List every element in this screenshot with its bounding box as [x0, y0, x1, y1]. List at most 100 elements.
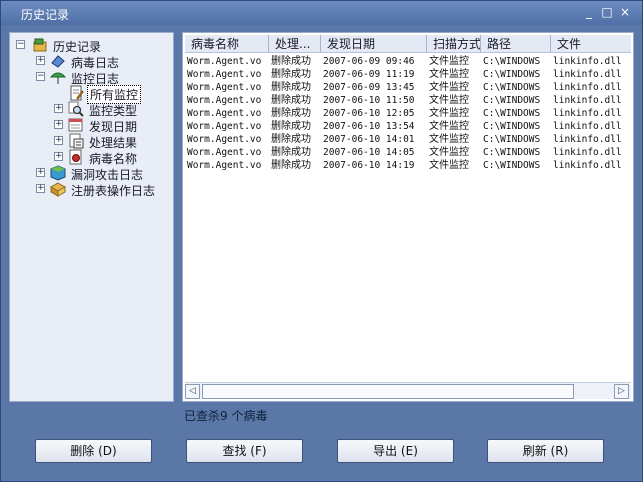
refresh-button[interactable]: 刷新 (R) [487, 439, 604, 463]
close-button[interactable]: × [618, 5, 632, 19]
table-row[interactable]: Worm.Agent.vo 删除成功 2007-06-09 13:45 文件监控 C:\… [185, 81, 631, 94]
table-row[interactable]: Worm.Agent.vo 删除成功 2007-06-10 11:50 文件监控 C:\… [185, 94, 631, 107]
cell-action: 删除成功 [271, 95, 311, 106]
cell-action: 删除成功 [271, 147, 311, 158]
col-header-name[interactable]: 病毒名称 [185, 35, 269, 53]
maximize-button[interactable]: □ [600, 5, 614, 19]
col-header-method[interactable]: 扫描方式 [427, 35, 481, 53]
cell-name: Worm.Agent.vo [187, 69, 262, 80]
cell-path: C:\WINDOWS [483, 95, 541, 106]
col-header-action[interactable]: 处理... [269, 35, 321, 53]
tree-label-monitor-type: 监控类型 [89, 104, 138, 118]
cell-path: C:\WINDOWS [483, 56, 541, 67]
collapse-toggle[interactable]: − [36, 72, 45, 81]
cell-file: linkinfo.dll [553, 160, 622, 171]
virus-log-icon [50, 53, 66, 69]
expand-toggle[interactable]: + [54, 120, 63, 129]
cell-date: 2007-06-10 11:50 [323, 95, 415, 106]
cell-name: Worm.Agent.vo [187, 95, 262, 106]
tree-label-vuln-log: 漏洞攻击日志 [71, 168, 144, 182]
cell-path: C:\WINDOWS [483, 147, 541, 158]
cell-action: 删除成功 [271, 160, 311, 171]
registry-icon [49, 181, 67, 197]
cell-file: linkinfo.dll [553, 134, 622, 145]
expand-toggle[interactable]: + [36, 168, 45, 177]
status-text: 已查杀9 个病毒 [184, 409, 268, 423]
scroll-left-button[interactable]: ◁ [185, 384, 200, 399]
table-row[interactable]: Worm.Agent.vo 删除成功 2007-06-10 13:54 文件监控 C:\… [185, 120, 631, 133]
log-list[interactable]: 病毒名称 处理... 发现日期 扫描方式 路径 文件 Worm.Agent.vo… [182, 32, 634, 402]
cell-date: 2007-06-10 14:05 [323, 147, 415, 158]
cell-action: 删除成功 [271, 69, 311, 80]
expand-toggle[interactable]: + [54, 152, 63, 161]
cell-date: 2007-06-10 12:05 [323, 108, 415, 119]
tree-label-virus-name: 病毒名称 [89, 152, 138, 166]
expand-toggle[interactable]: + [54, 104, 63, 113]
document-edit-icon [68, 85, 84, 101]
cell-file: linkinfo.dll [553, 56, 622, 67]
cell-action: 删除成功 [271, 82, 311, 93]
col-header-file[interactable]: 文件 [551, 35, 631, 53]
cell-file: linkinfo.dll [553, 147, 622, 158]
cell-method: 文件监控 [429, 134, 469, 145]
export-button[interactable]: 导出 (E) [337, 439, 454, 463]
cell-action: 删除成功 [271, 108, 311, 119]
cell-path: C:\WINDOWS [483, 121, 541, 132]
tree-label-result: 处理结果 [89, 136, 138, 150]
cell-name: Worm.Agent.vo [187, 82, 262, 93]
process-result-icon [68, 133, 84, 149]
find-button[interactable]: 查找 (F) [186, 439, 303, 463]
cell-method: 文件监控 [429, 147, 469, 158]
title-bar[interactable]: 历史记录 _ □ × [1, 1, 642, 25]
cell-path: C:\WINDOWS [483, 69, 541, 80]
cell-name: Worm.Agent.vo [187, 160, 262, 171]
shield-cube-icon [50, 165, 66, 181]
scroll-thumb[interactable] [202, 384, 574, 399]
cell-method: 文件监控 [429, 82, 469, 93]
history-folder-icon [32, 37, 48, 53]
cell-path: C:\WINDOWS [483, 82, 541, 93]
cell-action: 删除成功 [271, 56, 311, 67]
table-row[interactable]: Worm.Agent.vo 删除成功 2007-06-10 14:01 文件监控 C:\… [185, 133, 631, 146]
category-tree[interactable]: − 历史记录 + 病毒日志 − 监控日志 所有监控 + 监控类型 + 发现日期 … [9, 32, 174, 402]
cell-method: 文件监控 [429, 69, 469, 80]
cell-name: Worm.Agent.vo [187, 134, 262, 145]
table-row[interactable]: Worm.Agent.vo 删除成功 2007-06-09 09:46 文件监控 C:\… [185, 55, 631, 68]
cell-name: Worm.Agent.vo [187, 147, 262, 158]
col-header-date[interactable]: 发现日期 [321, 35, 427, 53]
expand-toggle[interactable]: + [36, 56, 45, 65]
cell-file: linkinfo.dll [553, 108, 622, 119]
table-row[interactable]: Worm.Agent.vo 删除成功 2007-06-09 11:19 文件监控 C:\… [185, 68, 631, 81]
table-row[interactable]: Worm.Agent.vo 删除成功 2007-06-10 14:19 文件监控 C:\… [185, 159, 631, 172]
cell-method: 文件监控 [429, 108, 469, 119]
cell-name: Worm.Agent.vo [187, 108, 262, 119]
cell-file: linkinfo.dll [553, 95, 622, 106]
cell-action: 删除成功 [271, 121, 311, 132]
horizontal-scrollbar[interactable]: ◁ ▷ [185, 382, 631, 399]
expand-toggle[interactable]: + [54, 136, 63, 145]
cell-path: C:\WINDOWS [483, 134, 541, 145]
cell-name: Worm.Agent.vo [187, 56, 262, 67]
table-row[interactable]: Worm.Agent.vo 删除成功 2007-06-10 14:05 文件监控 C:\… [185, 146, 631, 159]
scroll-right-button[interactable]: ▷ [614, 384, 629, 399]
table-row[interactable]: Worm.Agent.vo 删除成功 2007-06-10 12:05 文件监控 C:\… [185, 107, 631, 120]
cell-path: C:\WINDOWS [483, 160, 541, 171]
expand-toggle[interactable]: + [36, 184, 45, 193]
magnifier-icon [68, 101, 84, 117]
delete-button[interactable]: 删除 (D) [35, 439, 152, 463]
minimize-button[interactable]: _ [582, 5, 596, 19]
cell-method: 文件监控 [429, 121, 469, 132]
cell-date: 2007-06-10 13:54 [323, 121, 415, 132]
cell-method: 文件监控 [429, 56, 469, 67]
cell-file: linkinfo.dll [553, 121, 622, 132]
cell-date: 2007-06-10 14:19 [323, 160, 415, 171]
cell-method: 文件监控 [429, 95, 469, 106]
collapse-toggle[interactable]: − [16, 40, 25, 49]
cell-date: 2007-06-09 11:19 [323, 69, 415, 80]
col-header-path[interactable]: 路径 [481, 35, 551, 53]
cell-date: 2007-06-10 14:01 [323, 134, 415, 145]
tree-label-virus-log: 病毒日志 [71, 56, 120, 70]
cell-date: 2007-06-09 09:46 [323, 56, 415, 67]
window-title: 历史记录 [21, 8, 70, 22]
cell-file: linkinfo.dll [553, 69, 622, 80]
